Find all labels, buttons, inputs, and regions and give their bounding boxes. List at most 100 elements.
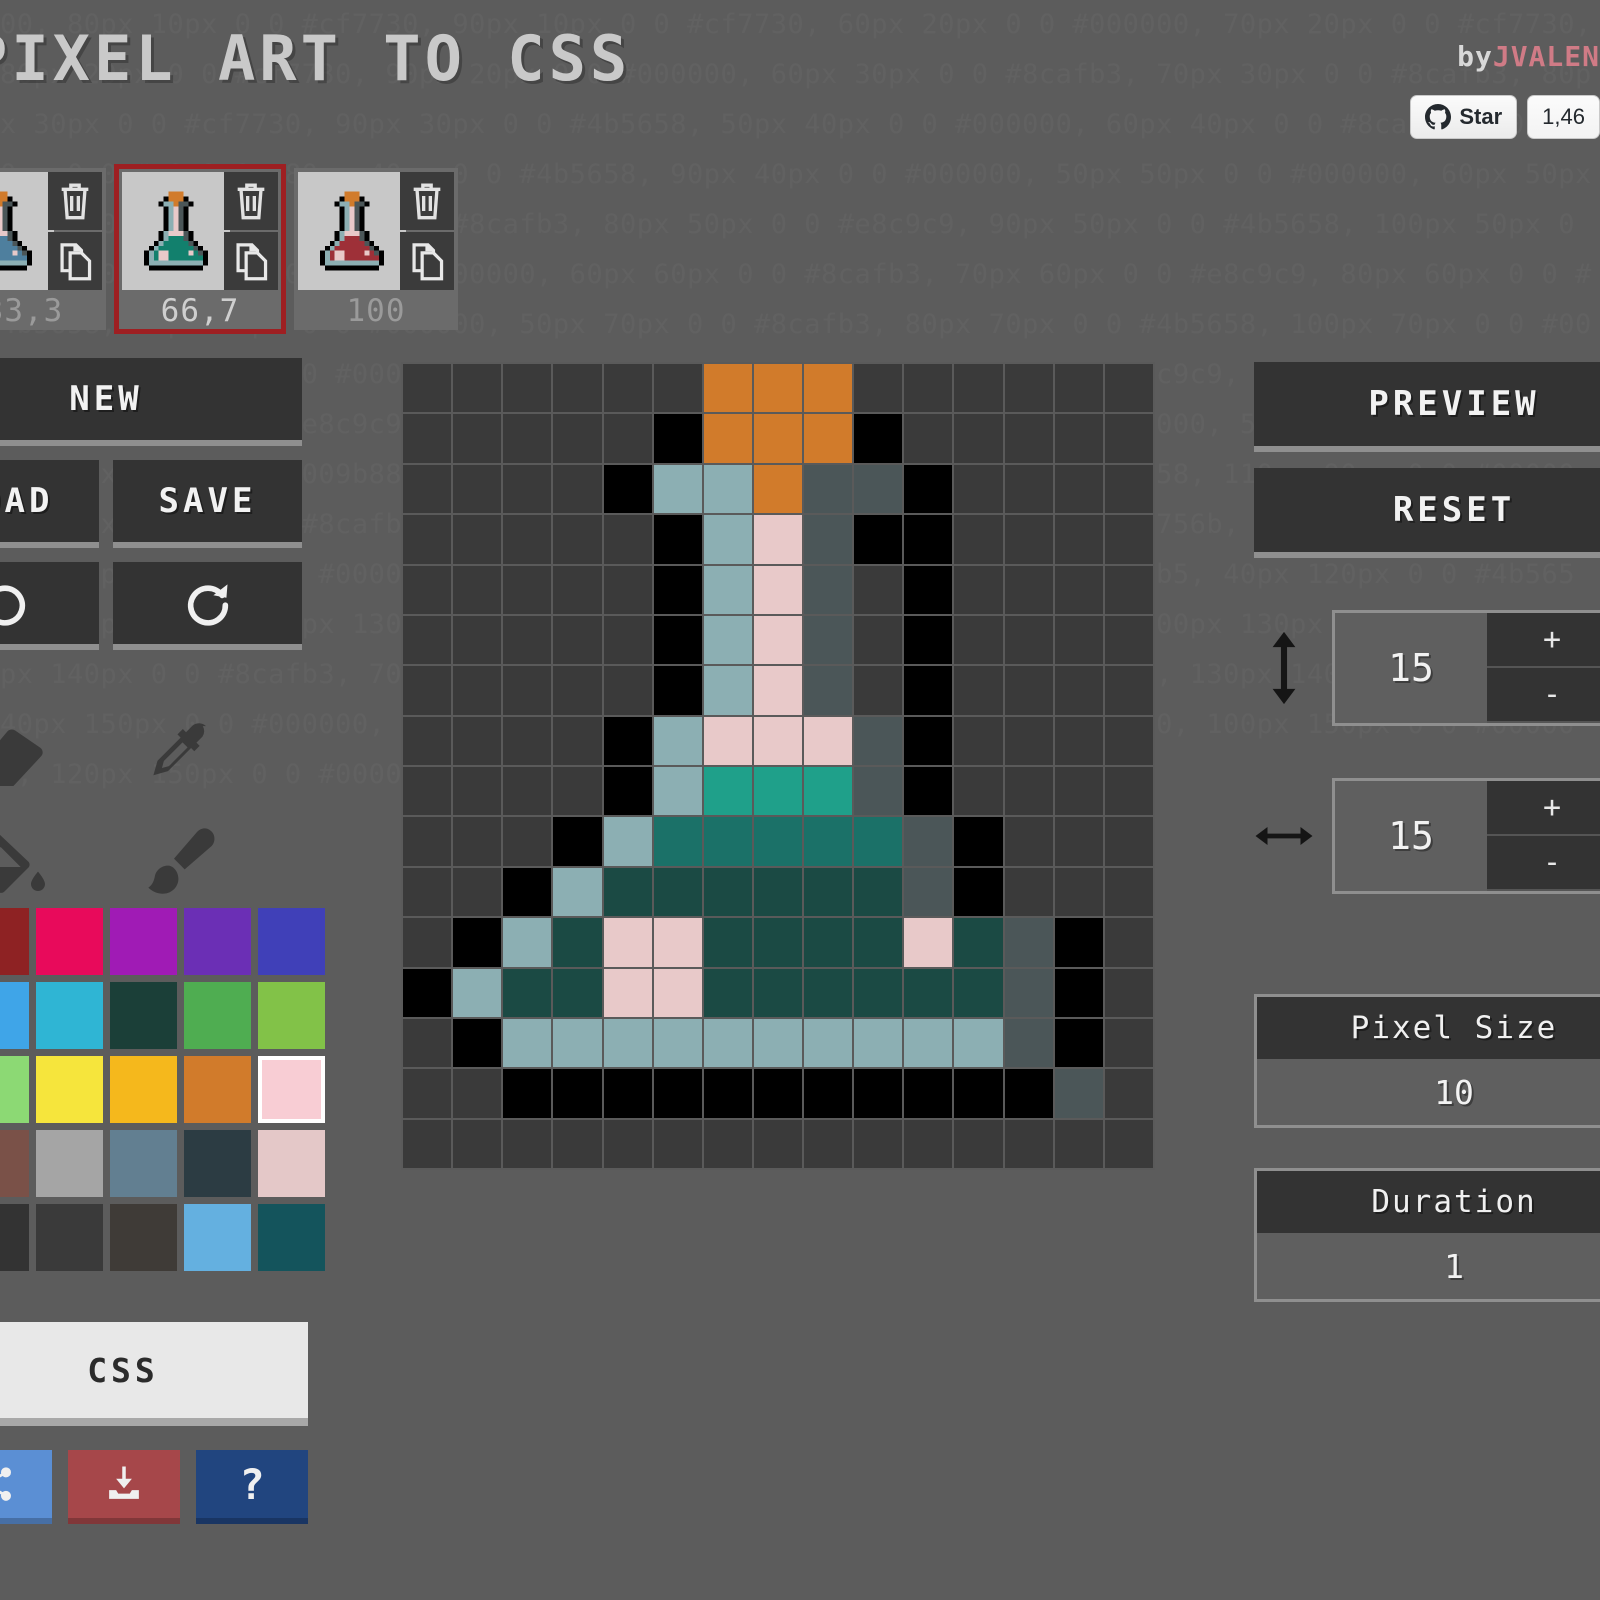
canvas-pixel[interactable] (653, 1069, 702, 1118)
github-star-widget[interactable]: Star 1,46 (1410, 95, 1600, 139)
canvas-pixel[interactable] (453, 464, 502, 514)
canvas-pixel[interactable] (1104, 968, 1153, 1017)
canvas-pixel[interactable] (1104, 615, 1153, 665)
canvas-pixel[interactable] (954, 867, 1003, 917)
canvas-pixel[interactable] (753, 414, 803, 463)
canvas-pixel[interactable] (1004, 464, 1053, 514)
canvas-pixel[interactable] (603, 1119, 652, 1168)
canvas-pixel[interactable] (603, 716, 652, 765)
canvas-pixel[interactable] (1104, 565, 1153, 614)
color-swatch[interactable] (258, 908, 325, 975)
color-swatch[interactable] (258, 1056, 325, 1123)
frame-item[interactable]: 100 (294, 168, 458, 330)
color-swatch[interactable] (0, 1056, 29, 1123)
canvas-pixel[interactable] (954, 716, 1003, 765)
canvas-pixel[interactable] (553, 918, 602, 967)
canvas-pixel[interactable] (553, 414, 602, 463)
color-swatch[interactable] (110, 1130, 177, 1197)
frame-delete-button[interactable] (48, 172, 102, 230)
color-swatch[interactable] (36, 908, 103, 975)
canvas-pixel[interactable] (453, 666, 502, 715)
canvas-pixel[interactable] (503, 817, 552, 866)
canvas-pixel[interactable] (453, 414, 502, 463)
canvas-pixel[interactable] (703, 968, 752, 1017)
canvas-pixel[interactable] (753, 1018, 803, 1068)
canvas-pixel[interactable] (753, 817, 803, 866)
canvas-pixel[interactable] (804, 817, 853, 866)
canvas-pixel[interactable] (753, 918, 803, 967)
frame-duplicate-button[interactable] (400, 232, 454, 290)
canvas-pixel[interactable] (1054, 414, 1103, 463)
canvas-pixel[interactable] (854, 615, 903, 665)
canvas-pixel[interactable] (1054, 565, 1103, 614)
canvas-pixel[interactable] (503, 515, 552, 564)
canvas-pixel[interactable] (854, 1069, 903, 1118)
canvas-pixel[interactable] (1104, 817, 1153, 866)
canvas-pixel[interactable] (954, 364, 1003, 413)
canvas-pixel[interactable] (804, 464, 853, 514)
color-swatch[interactable] (0, 1204, 29, 1271)
canvas-pixel[interactable] (804, 867, 853, 917)
canvas-pixel[interactable] (904, 1069, 953, 1118)
github-star-button[interactable]: Star (1410, 95, 1518, 139)
canvas-pixel[interactable] (904, 918, 953, 967)
canvas-pixel[interactable] (453, 817, 502, 866)
canvas-pixel[interactable] (854, 515, 903, 564)
redo-button[interactable] (113, 562, 302, 650)
canvas-pixel[interactable] (904, 1018, 953, 1068)
canvas-pixel[interactable] (854, 666, 903, 715)
canvas-pixel[interactable] (1054, 1018, 1103, 1068)
canvas-pixel[interactable] (854, 767, 903, 816)
canvas-pixel[interactable] (1054, 364, 1103, 413)
canvas-pixel[interactable] (1104, 464, 1153, 514)
canvas-pixel[interactable] (1104, 867, 1153, 917)
canvas-pixel[interactable] (753, 364, 803, 413)
canvas-pixel[interactable] (1054, 716, 1103, 765)
canvas-pixel[interactable] (553, 364, 602, 413)
canvas-pixel[interactable] (753, 515, 803, 564)
canvas-pixel[interactable] (703, 565, 752, 614)
frame-thumbnail[interactable] (298, 172, 406, 290)
canvas-pixel[interactable] (553, 767, 602, 816)
columns-value[interactable]: 15 (1335, 781, 1487, 891)
canvas-pixel[interactable] (1004, 767, 1053, 816)
canvas-pixel[interactable] (653, 1018, 702, 1068)
canvas-pixel[interactable] (854, 716, 903, 765)
canvas-pixel[interactable] (1054, 968, 1103, 1017)
canvas-pixel[interactable] (753, 464, 803, 514)
new-button[interactable]: NEW (0, 358, 302, 446)
canvas-pixel[interactable] (804, 515, 853, 564)
color-swatch[interactable] (110, 1204, 177, 1271)
rows-value[interactable]: 15 (1335, 613, 1487, 723)
save-button[interactable]: SAVE (113, 460, 302, 548)
css-button[interactable]: CSS (0, 1322, 308, 1426)
canvas-pixel[interactable] (954, 817, 1003, 866)
canvas-pixel[interactable] (653, 867, 702, 917)
canvas-pixel[interactable] (453, 1069, 502, 1118)
canvas-pixel[interactable] (904, 615, 953, 665)
canvas-pixel[interactable] (753, 565, 803, 614)
canvas-pixel[interactable] (1004, 615, 1053, 665)
canvas-pixel[interactable] (653, 817, 702, 866)
canvas-pixel[interactable] (854, 1018, 903, 1068)
canvas-pixel[interactable] (804, 716, 853, 765)
canvas-pixel[interactable] (603, 767, 652, 816)
canvas-pixel[interactable] (703, 414, 752, 463)
canvas-pixel[interactable] (1004, 1018, 1053, 1068)
canvas-pixel[interactable] (453, 918, 502, 967)
canvas-pixel[interactable] (854, 918, 903, 967)
canvas-pixel[interactable] (403, 1069, 452, 1118)
color-swatch[interactable] (36, 1130, 103, 1197)
canvas-pixel[interactable] (503, 1069, 552, 1118)
canvas-pixel[interactable] (854, 464, 903, 514)
canvas-pixel[interactable] (403, 767, 452, 816)
canvas-pixel[interactable] (553, 615, 602, 665)
canvas-pixel[interactable] (1054, 867, 1103, 917)
canvas-pixel[interactable] (1054, 918, 1103, 967)
canvas-pixel[interactable] (1054, 515, 1103, 564)
color-swatch[interactable] (110, 908, 177, 975)
canvas-pixel[interactable] (603, 565, 652, 614)
canvas-pixel[interactable] (403, 716, 452, 765)
canvas-pixel[interactable] (503, 918, 552, 967)
download-button[interactable] (68, 1450, 180, 1524)
